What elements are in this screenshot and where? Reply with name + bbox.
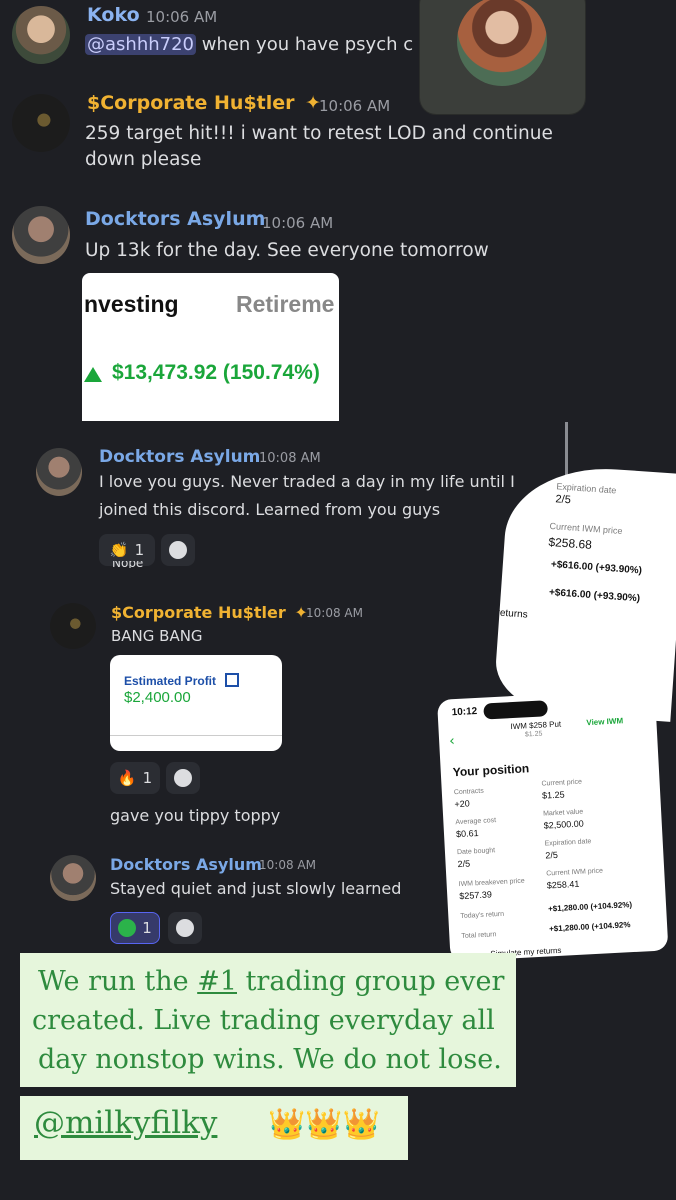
simulate-returns-link[interactable]: imulate my returns bbox=[493, 604, 528, 621]
profit-value: $2,400.00 bbox=[124, 689, 191, 706]
view-iwm-link[interactable]: View IWM bbox=[586, 716, 623, 727]
option-subtitle: $1.25 bbox=[524, 730, 543, 739]
avatar[interactable] bbox=[12, 206, 70, 264]
message-text: down please bbox=[85, 149, 202, 170]
avatar[interactable] bbox=[12, 94, 70, 152]
option-title: IWM $258 Put bbox=[510, 719, 562, 732]
handle-link[interactable]: @milkyfilky bbox=[34, 1105, 217, 1141]
smiley-icon bbox=[169, 541, 187, 559]
avatar[interactable] bbox=[50, 603, 96, 649]
partial-text: Nope bbox=[112, 561, 144, 568]
message-text: I love you guys. Never traded a day in m… bbox=[99, 472, 515, 491]
username[interactable]: $Corporate Hu$tler ✦ bbox=[87, 92, 321, 114]
clap-icon: 👏 bbox=[109, 541, 129, 559]
investing-screenshot[interactable]: nvesting Retireme $13,473.92 (150.74%) bbox=[82, 273, 339, 421]
timestamp: 10:08 AM bbox=[259, 858, 316, 872]
dynamic-island bbox=[483, 700, 549, 720]
username[interactable]: Docktors Asylum bbox=[110, 855, 262, 874]
green-circle-icon bbox=[118, 919, 137, 937]
username[interactable]: Docktors Asylum bbox=[85, 208, 265, 230]
external-link-icon bbox=[225, 673, 240, 687]
reaction-green-circle[interactable]: 1 bbox=[110, 912, 160, 944]
promo-line: day nonstop wins. We do not lose. bbox=[38, 1044, 502, 1075]
message-text: BANG BANG bbox=[111, 627, 203, 645]
video-overlay[interactable] bbox=[420, 0, 585, 114]
gain-value: $13,473.92 (150.74%) bbox=[112, 361, 320, 384]
smiley-icon bbox=[176, 919, 194, 937]
reaction-fire[interactable]: 🔥 1 bbox=[110, 762, 160, 794]
add-reaction-button[interactable] bbox=[166, 762, 200, 794]
username[interactable]: $Corporate Hu$tler ✦ bbox=[111, 603, 308, 622]
overlay-avatar bbox=[457, 0, 547, 86]
profit-label: Estimated Profit bbox=[124, 673, 240, 688]
message-text: gave you tippy toppy bbox=[110, 806, 281, 825]
username[interactable]: Koko bbox=[87, 4, 140, 26]
timestamp: 10:06 AM bbox=[146, 8, 218, 26]
user-mention[interactable]: @ashhh720 bbox=[85, 34, 196, 55]
position-detail-screenshot[interactable]: Expiration date 2/5 price Current IWM pr… bbox=[492, 462, 676, 722]
status-clock: 10:12 bbox=[451, 705, 478, 719]
promo-line: created. Live trading everyday all bbox=[32, 1005, 495, 1036]
smiley-icon bbox=[174, 769, 192, 787]
message-text: Stayed quiet and just slowly learned bbox=[110, 879, 402, 898]
timestamp: 10:06 AM bbox=[262, 214, 334, 232]
back-arrow-icon[interactable]: ‹ bbox=[449, 733, 455, 749]
avatar[interactable] bbox=[50, 855, 96, 901]
estimated-profit-screenshot[interactable]: Estimated Profit $2,400.00 bbox=[110, 655, 282, 751]
fire-icon: 🔥 bbox=[117, 769, 137, 787]
add-reaction-button[interactable] bbox=[161, 534, 195, 566]
timestamp: 10:08 AM bbox=[306, 606, 363, 620]
retirement-tab: Retireme bbox=[236, 291, 335, 317]
add-reaction-button[interactable] bbox=[168, 912, 202, 944]
promo-link[interactable]: #1 bbox=[197, 966, 237, 997]
timestamp: 10:08 AM bbox=[259, 451, 321, 466]
avatar[interactable] bbox=[12, 6, 70, 64]
up-arrow-icon bbox=[84, 367, 102, 382]
username[interactable]: Docktors Asylum bbox=[99, 447, 260, 467]
message-text: Up 13k for the day. See everyone tomorro… bbox=[85, 240, 489, 261]
message-text: 259 target hit!!! i want to retest LOD a… bbox=[85, 123, 553, 144]
crown-icon: 👑👑👑 bbox=[268, 1107, 381, 1142]
message-text: joined this discord. Learned from you gu… bbox=[99, 500, 441, 519]
phone-position-screenshot[interactable]: 10:12 ‹ IWM $258 Put $1.25 View IWM Your… bbox=[437, 688, 669, 962]
message-text: @ashhh720 when you have psych c bbox=[85, 34, 414, 55]
position-heading: Your position bbox=[452, 761, 530, 780]
timestamp: 10:06 AM bbox=[319, 97, 391, 115]
investing-tab: nvesting bbox=[84, 291, 179, 317]
promo-line: We run the #1 trading group ever bbox=[38, 966, 505, 997]
avatar[interactable] bbox=[36, 448, 82, 496]
